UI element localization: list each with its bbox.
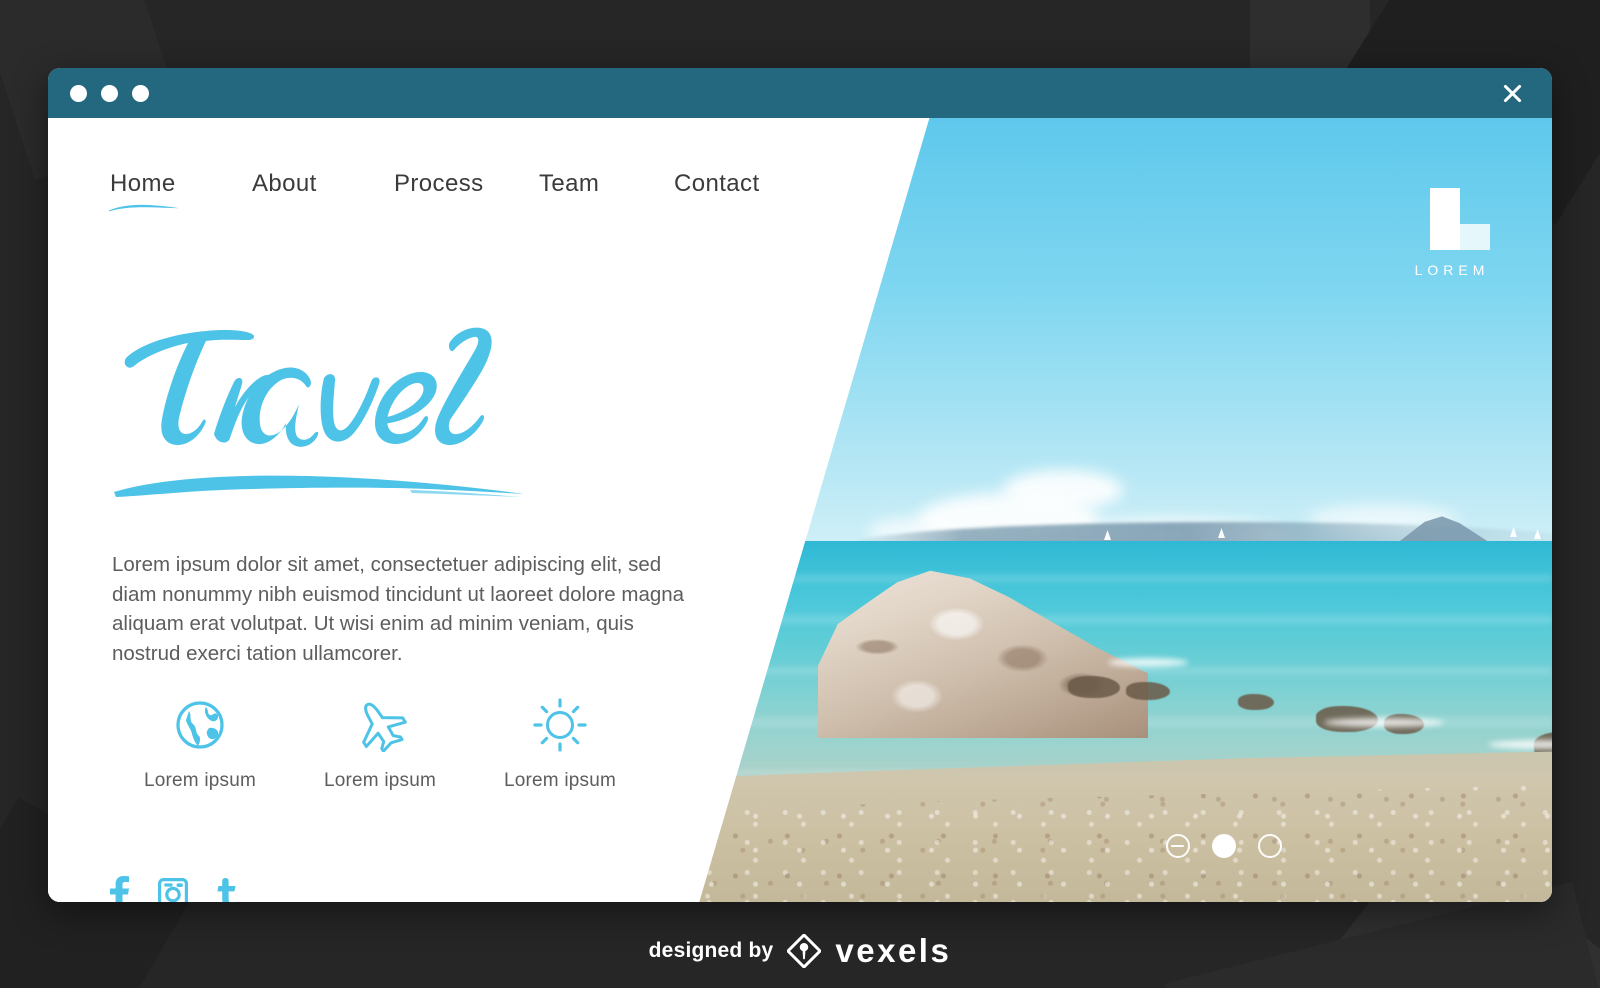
browser-window-mockup: LOREM Home About Process Team Contact Lo… — [48, 68, 1552, 902]
nav-item-about[interactable]: About — [252, 170, 394, 198]
minimize-traffic-light-icon[interactable] — [101, 84, 118, 102]
globe-icon — [110, 694, 290, 756]
feature-label: Lorem ipsum — [143, 770, 257, 791]
carousel-dot-3[interactable] — [1258, 834, 1282, 858]
rock — [1238, 694, 1274, 710]
logo-bar-horizontal — [1454, 224, 1490, 250]
airplane-icon — [290, 694, 470, 756]
rock — [1068, 676, 1120, 698]
feature-label: Lorem ipsum — [323, 770, 437, 791]
nav-item-contact[interactable]: Contact — [674, 170, 760, 198]
active-underline-brush — [109, 204, 179, 212]
maximize-traffic-light-icon[interactable] — [132, 84, 149, 102]
rock — [1126, 682, 1170, 700]
nav-label: Process — [394, 170, 484, 197]
landing-page-content: LOREM Home About Process Team Contact Lo… — [48, 118, 1552, 902]
sea-foam — [1108, 658, 1188, 667]
sea-foam — [1324, 718, 1444, 727]
carousel-dot-2-active[interactable] — [1212, 834, 1236, 858]
feature-item[interactable]: Lorem ipsum — [110, 694, 290, 792]
carousel-dot-1[interactable] — [1166, 834, 1190, 858]
vexels-logo-icon — [787, 934, 822, 968]
feature-item[interactable]: Lorem ipsum — [290, 694, 470, 792]
cloud — [1003, 470, 1123, 510]
twitter-icon[interactable] — [216, 877, 240, 902]
close-traffic-light-icon[interactable] — [70, 84, 87, 102]
hero-paragraph: Lorem ipsum dolor sit amet, consectetuer… — [112, 553, 685, 666]
sun-icon — [470, 694, 650, 756]
feature-item[interactable]: Lorem ipsum — [470, 694, 650, 792]
traffic-light-buttons — [70, 84, 149, 102]
logo-mark-icon — [1414, 188, 1490, 250]
logo-wordmark: LOREM — [1414, 262, 1490, 278]
nav-item-process[interactable]: Process — [394, 170, 539, 198]
social-links — [108, 876, 240, 902]
nav-item-team[interactable]: Team — [539, 170, 674, 198]
site-logo[interactable]: LOREM — [1404, 188, 1500, 278]
nav-label: About — [252, 170, 317, 197]
feature-label: Lorem ipsum — [503, 770, 617, 791]
close-icon[interactable] — [1498, 79, 1526, 107]
facebook-icon[interactable] — [108, 876, 130, 902]
vexels-brand-label: vexels — [835, 932, 952, 969]
feature-list: Lorem ipsum Lorem ipsum Lorem ipsum — [110, 694, 650, 792]
carousel-indicators — [1166, 834, 1282, 858]
vexels-footer: designed by vexels — [0, 932, 1600, 970]
page-title: Travel — [124, 327, 492, 447]
nav-label: Team — [539, 170, 600, 197]
nav-label: Contact — [674, 170, 760, 197]
instagram-icon[interactable] — [158, 878, 188, 902]
title-underline-brush — [114, 475, 524, 497]
nav-item-home[interactable]: Home — [109, 170, 252, 212]
designed-by-label: designed by — [648, 939, 774, 962]
nav-label: Home — [110, 170, 176, 197]
main-navigation: Home About Process Team Contact — [109, 170, 760, 212]
window-titlebar — [48, 68, 1552, 118]
